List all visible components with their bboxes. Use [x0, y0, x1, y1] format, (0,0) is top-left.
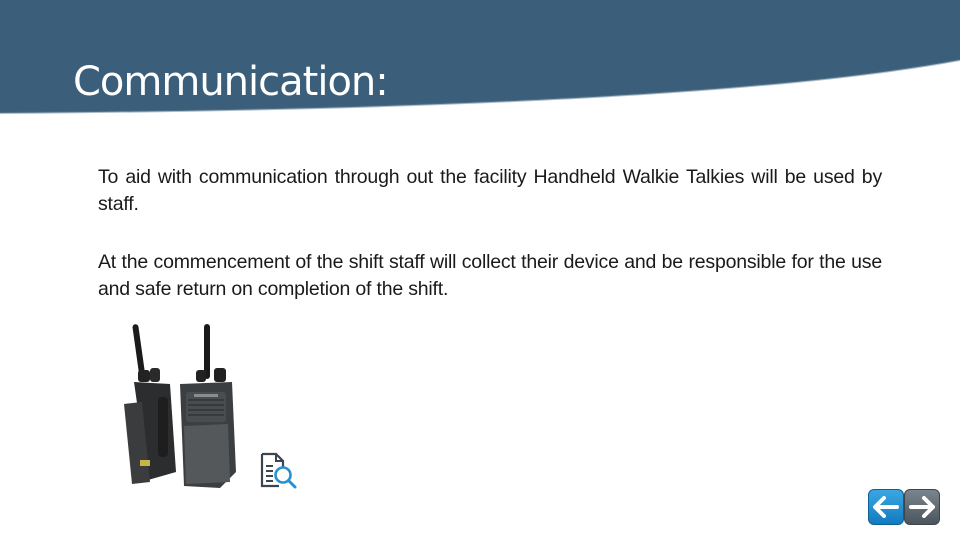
paragraph-shift-procedure: At the commencement of the shift staff w…	[98, 251, 882, 300]
arrow-left-icon	[873, 496, 899, 518]
previous-slide-button[interactable]	[868, 489, 904, 525]
arrow-right-icon	[909, 496, 935, 518]
slide-title: Communication:	[73, 59, 389, 105]
next-slide-button[interactable]	[904, 489, 940, 525]
document-search-icon[interactable]	[259, 451, 299, 489]
walkie-talkie-image	[124, 324, 236, 488]
paragraph-walkie-talkies: To aid with communication through out th…	[98, 166, 882, 215]
